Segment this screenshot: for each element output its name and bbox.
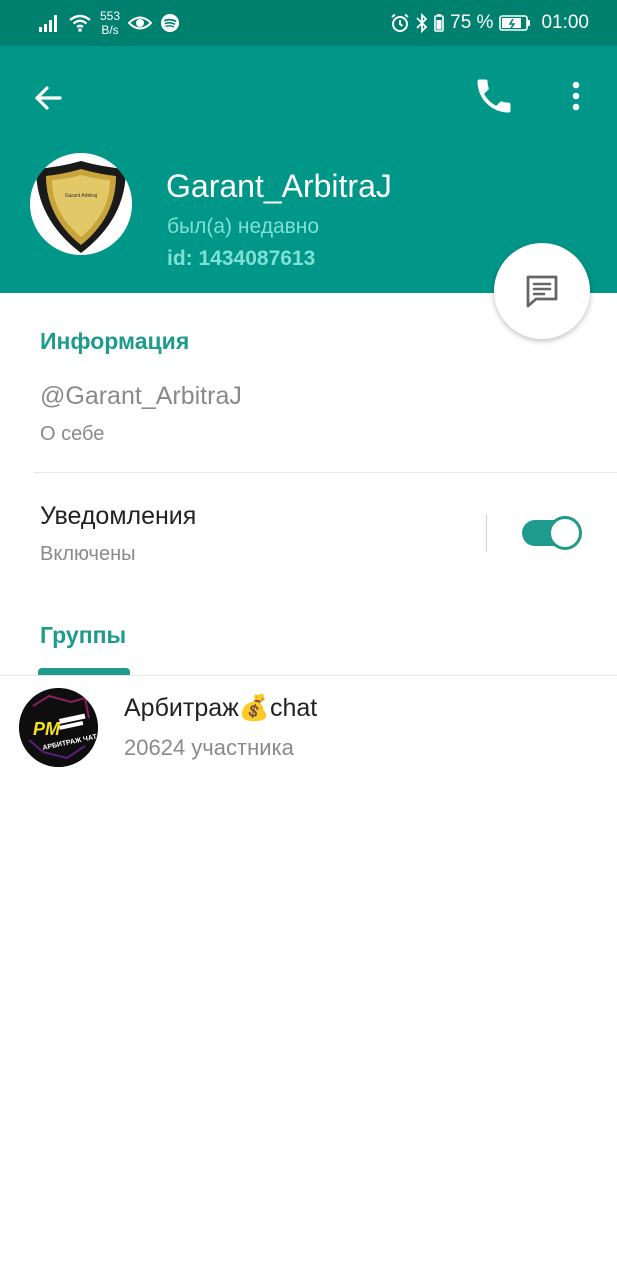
battery-saver-icon: [434, 14, 444, 32]
more-options-button[interactable]: [556, 74, 596, 118]
notifications-state: Включены: [40, 543, 136, 565]
group-logo-mark: PM: [33, 719, 61, 739]
info-section-title: Информация: [40, 328, 190, 354]
call-button[interactable]: [472, 74, 516, 118]
clock: 01:00: [541, 12, 589, 33]
last-seen: был(а) недавно: [167, 215, 320, 238]
profile-name: Garant_ArbitraJ: [166, 168, 392, 204]
notifications-separator: [486, 514, 487, 552]
network-speed: 553 B/s: [100, 9, 120, 37]
network-speed-value: 553: [100, 9, 121, 23]
status-right: 75 % 01:00: [390, 12, 589, 34]
battery-percent: 75 %: [450, 12, 494, 33]
profile-avatar[interactable]: Garant Arbitraj: [30, 153, 132, 255]
send-message-button[interactable]: [494, 243, 590, 339]
network-speed-unit: B/s: [101, 23, 119, 37]
signal-icon: [39, 15, 57, 32]
groups-section-title[interactable]: Группы: [40, 622, 126, 649]
arrow-left-icon: [35, 86, 62, 110]
username[interactable]: @Garant_ArbitraJ: [40, 382, 242, 411]
back-button[interactable]: [28, 78, 68, 118]
group-avatar: PM АРБИТРАЖ ЧАТ: [19, 688, 98, 767]
status-left: 553 B/s: [38, 9, 180, 37]
toggle-knob: [548, 516, 582, 550]
wifi-icon: [69, 14, 91, 32]
shield-logo-text: Garant Arbitraj: [65, 193, 97, 199]
info-divider: [34, 472, 617, 473]
notifications-toggle[interactable]: [522, 516, 582, 550]
shield-logo: Garant Arbitraj: [30, 153, 132, 255]
alarm-icon: [391, 13, 409, 32]
group-list-item[interactable]: PM АРБИТРАЖ ЧАТ Арбитраж💰chat 20624 учас…: [0, 676, 617, 772]
group-name: Арбитраж💰chat: [124, 694, 318, 722]
status-bar: 553 B/s 75 % 01:00: [0, 0, 617, 46]
user-id: id: 1434087613: [167, 247, 316, 270]
eye-icon: [128, 16, 153, 30]
bluetooth-icon: [416, 13, 428, 33]
battery-icon: [499, 15, 531, 31]
spotify-icon: [161, 14, 180, 32]
group-members: 20624 участника: [124, 735, 294, 760]
group-logo: PM АРБИТРАЖ ЧАТ: [19, 688, 98, 767]
message-icon: [526, 275, 558, 308]
notifications-label: Уведомления: [40, 502, 197, 530]
bio-label: О себе: [40, 423, 105, 445]
groups-tab-indicator: [38, 668, 130, 675]
more-vertical-icon: [572, 81, 580, 111]
phone-icon: [477, 79, 511, 113]
